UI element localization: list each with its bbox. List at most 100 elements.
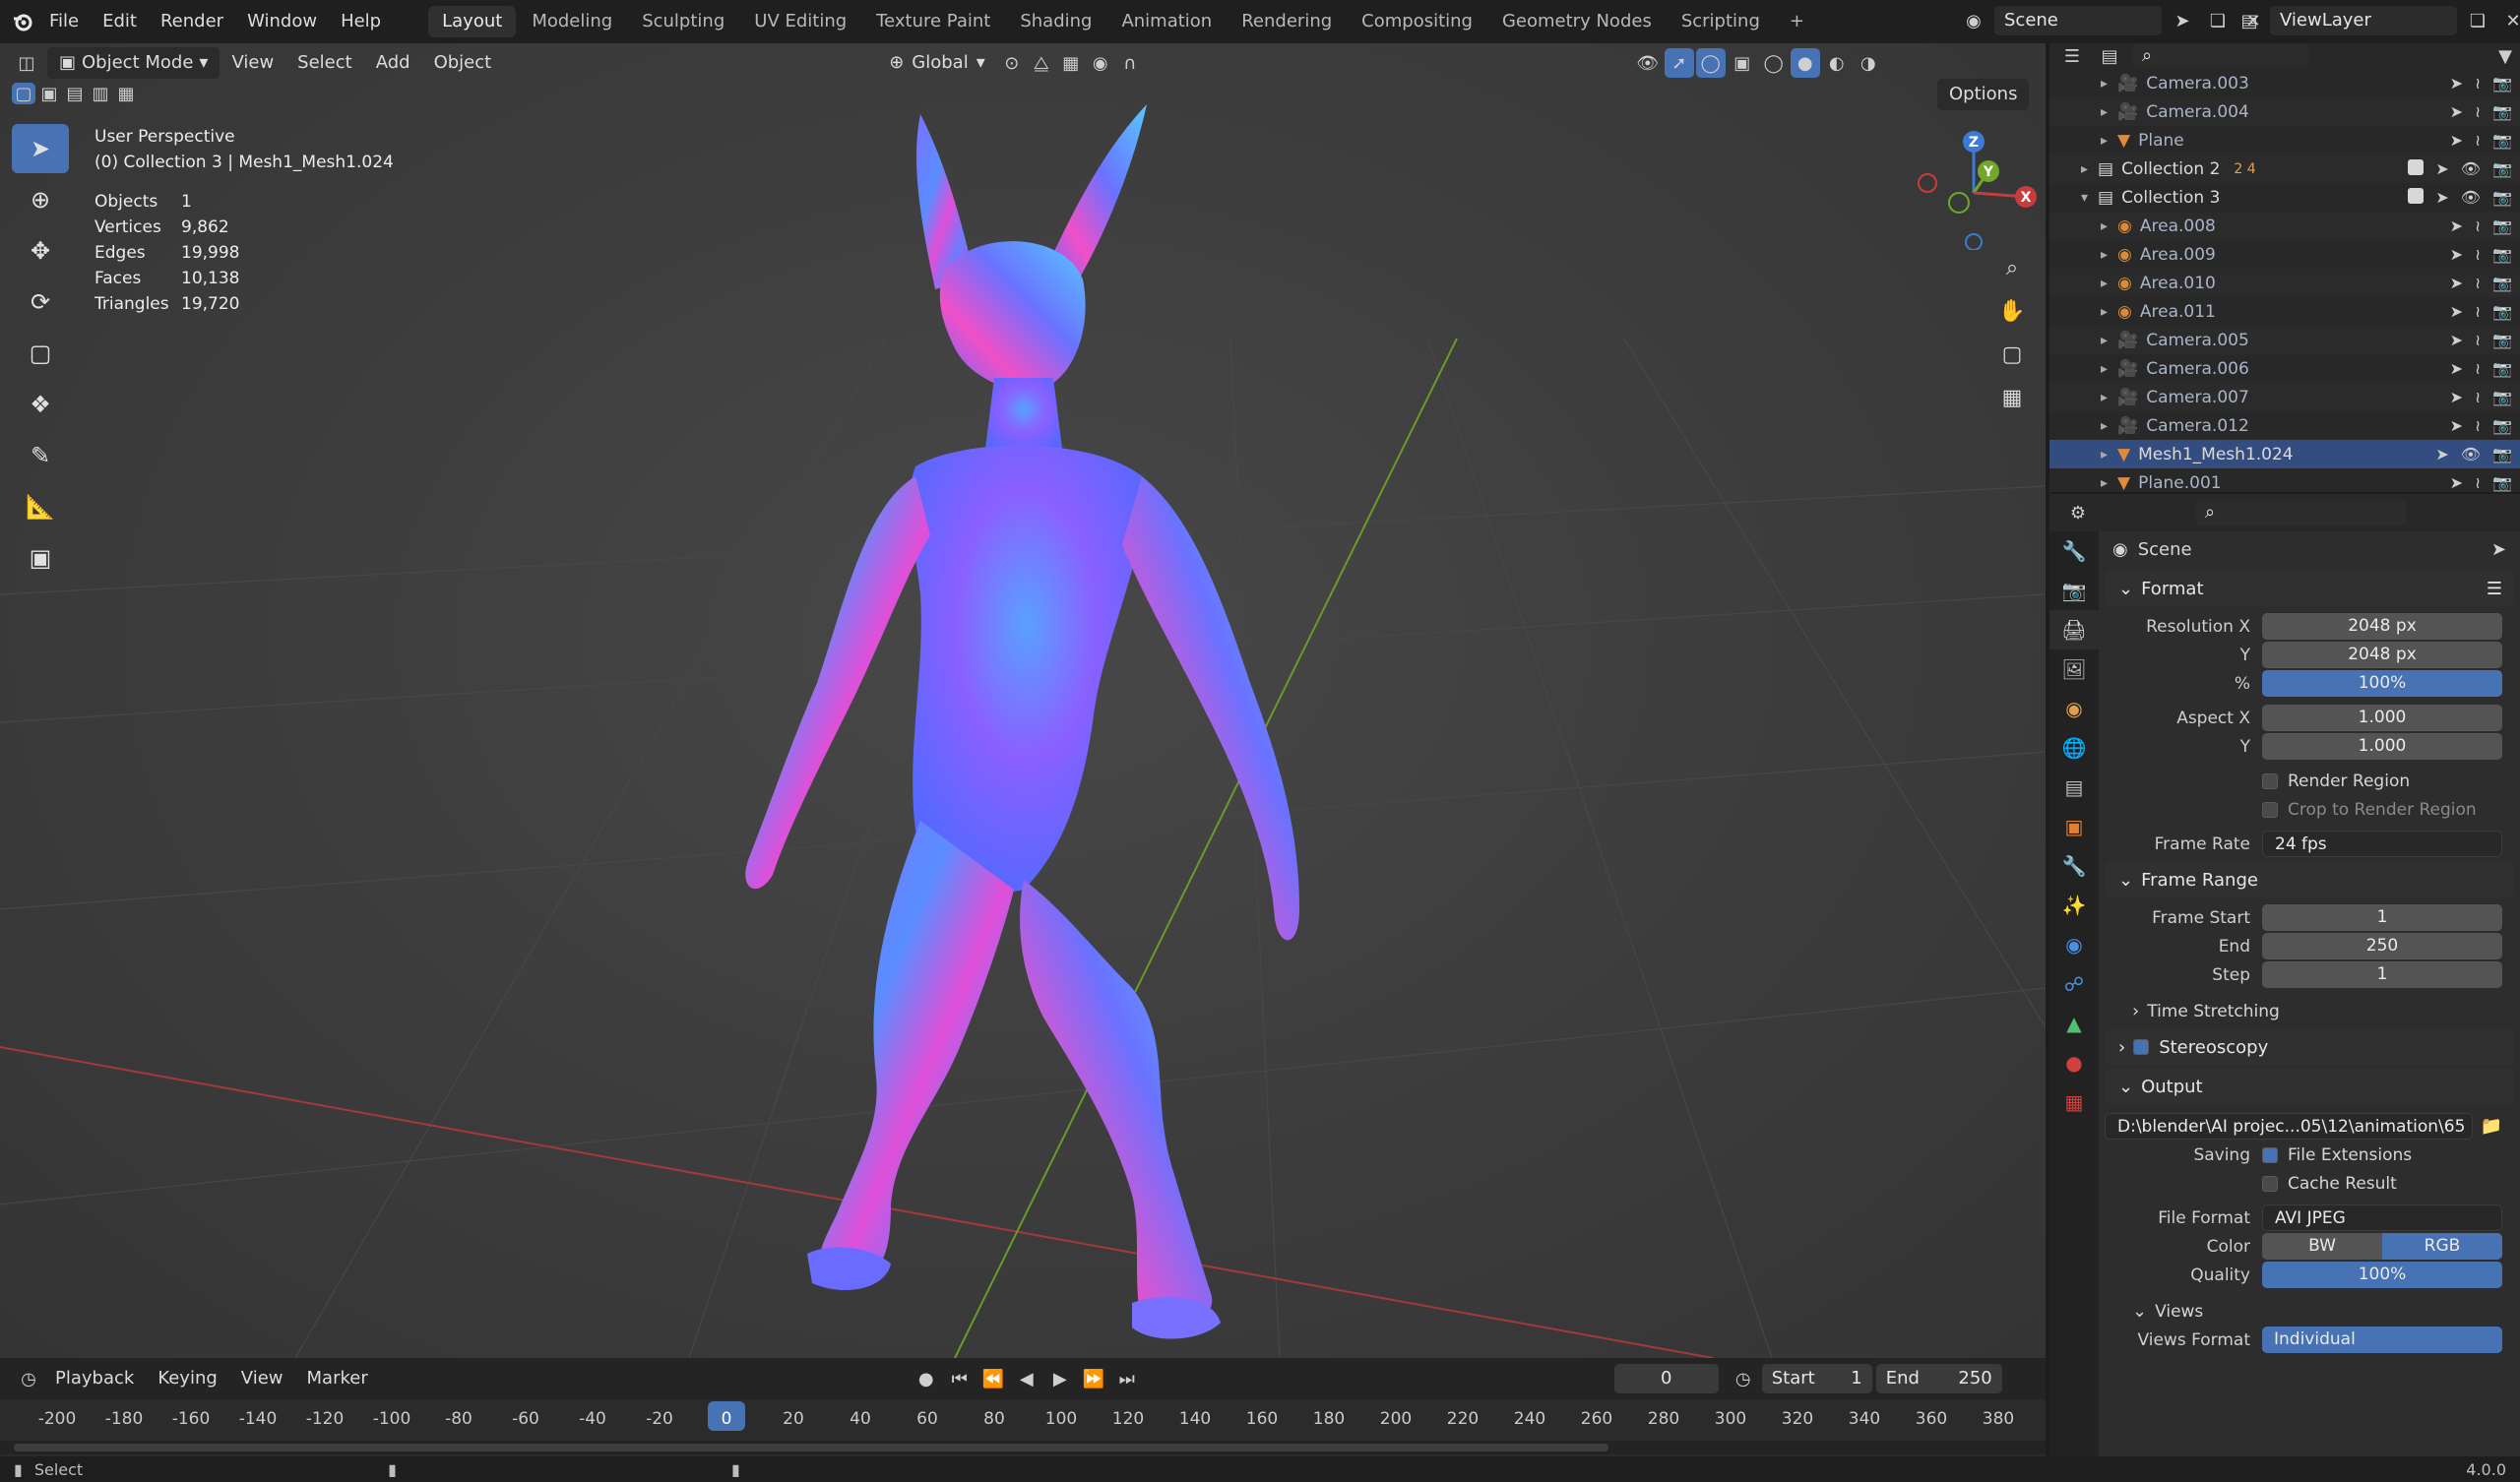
- options-button[interactable]: Options: [1937, 79, 2030, 110]
- select-new-icon[interactable]: ▢: [12, 83, 35, 104]
- outliner-item[interactable]: ▸ 🎥 Camera.007 ➤ ≀ 📷: [2049, 383, 2520, 411]
- transform-tool-icon[interactable]: ❖: [12, 380, 69, 429]
- eye-icon[interactable]: ≀: [2475, 416, 2481, 435]
- outliner-item[interactable]: ▸ ◉ Area.010 ➤ ≀ 📷: [2049, 269, 2520, 297]
- selectable-arrow-icon[interactable]: ➤: [2450, 74, 2463, 93]
- expand-arrow-icon[interactable]: ▸: [2101, 76, 2108, 92]
- render-region-checkbox[interactable]: [2262, 772, 2278, 789]
- material-tab-icon[interactable]: ●: [2049, 1043, 2099, 1082]
- constraints-tab-icon[interactable]: ☍: [2049, 964, 2099, 1004]
- material-shading-icon[interactable]: ◐: [1822, 48, 1852, 78]
- selectable-arrow-icon[interactable]: ➤: [2450, 102, 2463, 121]
- render-camera-icon[interactable]: 📷: [2492, 159, 2512, 178]
- stereoscopy-section-header[interactable]: › Stereoscopy: [2105, 1029, 2514, 1065]
- frame-rate-dropdown[interactable]: 24 fps: [2262, 831, 2502, 857]
- selectable-arrow-icon[interactable]: ➤: [2450, 359, 2463, 378]
- eye-icon[interactable]: ≀: [2475, 274, 2481, 292]
- tab-texture-paint[interactable]: Texture Paint: [862, 6, 1004, 37]
- display-mode-icon[interactable]: ▤: [2095, 44, 2124, 68]
- blender-logo-icon[interactable]: [8, 7, 37, 36]
- ortho-grid-icon[interactable]: ▦: [1990, 376, 2034, 419]
- render-camera-icon[interactable]: 📷: [2492, 274, 2512, 292]
- expand-arrow-icon[interactable]: ▸: [2101, 390, 2108, 405]
- expand-arrow-icon[interactable]: ▸: [2101, 218, 2108, 234]
- jump-start-icon[interactable]: ⏮: [945, 1364, 975, 1393]
- exclude-checkbox[interactable]: [2408, 159, 2425, 175]
- folder-icon[interactable]: 📁: [2477, 1112, 2506, 1142]
- wireframe-shading-icon[interactable]: ◯: [1759, 48, 1789, 78]
- eye-icon[interactable]: ≀: [2475, 102, 2481, 121]
- overlay-toggle-icon[interactable]: ◯: [1695, 48, 1726, 78]
- menu-window[interactable]: Window: [235, 0, 329, 43]
- selectable-arrow-icon[interactable]: ➤: [2435, 159, 2448, 178]
- preset-list-icon[interactable]: ☰: [2487, 579, 2502, 599]
- pan-hand-icon[interactable]: ✋: [1990, 289, 2034, 333]
- timeline-menu-view[interactable]: View: [229, 1363, 295, 1394]
- timeline-scrollbar[interactable]: [0, 1441, 2046, 1454]
- properties-search-input[interactable]: ⌕: [2195, 500, 2406, 525]
- tab-uv-editing[interactable]: UV Editing: [740, 6, 860, 37]
- timeline-menu-playback[interactable]: Playback: [43, 1363, 146, 1394]
- expand-arrow-icon[interactable]: ▸: [2101, 418, 2108, 434]
- remove-view-layer-icon[interactable]: ✕: [2498, 6, 2520, 35]
- eye-icon[interactable]: ≀: [2475, 331, 2481, 349]
- time-stretching-subpanel[interactable]: › Time Stretching: [2105, 997, 2514, 1025]
- tab-layout[interactable]: Layout: [428, 6, 517, 37]
- tab-sculpting[interactable]: Sculpting: [628, 6, 738, 37]
- selectable-arrow-icon[interactable]: ➤: [2450, 388, 2463, 406]
- expand-arrow-icon[interactable]: ▸: [2101, 133, 2108, 149]
- expand-arrow-icon[interactable]: ▸: [2101, 475, 2108, 491]
- add-cube-tool-icon[interactable]: ▣: [12, 533, 69, 583]
- crop-region-row[interactable]: Crop to Render Region: [2105, 795, 2514, 824]
- snap-grid-icon[interactable]: ▦: [1056, 48, 1086, 78]
- resolution-percent-slider[interactable]: 100%: [2262, 670, 2502, 697]
- expand-arrow-icon[interactable]: ▸: [2101, 276, 2108, 291]
- collection-tab-icon[interactable]: ▤: [2049, 768, 2099, 807]
- expand-arrow-icon[interactable]: ▸: [2081, 161, 2088, 177]
- frame-step-field[interactable]: 1: [2262, 961, 2502, 988]
- resolution-y-field[interactable]: 2048 px: [2262, 642, 2502, 668]
- resolution-x-field[interactable]: 2048 px: [2262, 613, 2502, 640]
- snap-magnet-icon[interactable]: ⧋: [1027, 48, 1056, 78]
- new-scene-icon[interactable]: ❏: [2203, 6, 2233, 35]
- render-camera-icon[interactable]: 📷: [2492, 473, 2512, 492]
- menu-help[interactable]: Help: [329, 0, 393, 43]
- frame-end-field[interactable]: 250: [2262, 933, 2502, 959]
- render-camera-icon[interactable]: 📷: [2492, 302, 2512, 321]
- selectable-arrow-icon[interactable]: ➤: [2450, 216, 2463, 235]
- expand-arrow-icon[interactable]: ▸: [2101, 104, 2108, 120]
- timeline-menu-keying[interactable]: Keying: [146, 1363, 228, 1394]
- clock-icon[interactable]: ◷: [1729, 1364, 1758, 1393]
- selectable-arrow-icon[interactable]: ➤: [2450, 473, 2463, 492]
- expand-arrow-icon[interactable]: ▾: [2081, 190, 2088, 206]
- object-tab-icon[interactable]: ▣: [2049, 807, 2099, 846]
- data-tab-icon[interactable]: ▲: [2049, 1004, 2099, 1043]
- file-extensions-checkbox[interactable]: [2262, 1146, 2278, 1163]
- character-mesh[interactable]: [745, 104, 1299, 1339]
- rotate-tool-icon[interactable]: ⟳: [12, 278, 69, 327]
- file-format-dropdown[interactable]: AVI JPEG: [2262, 1204, 2502, 1231]
- render-camera-icon[interactable]: 📷: [2492, 216, 2512, 235]
- tab-modeling[interactable]: Modeling: [518, 6, 626, 37]
- next-keyframe-icon[interactable]: ⏩: [1079, 1364, 1108, 1393]
- physics-tab-icon[interactable]: ◉: [2049, 925, 2099, 964]
- viewport-menu-select[interactable]: Select: [285, 47, 364, 79]
- move-tool-icon[interactable]: ✥: [12, 226, 69, 276]
- quality-slider[interactable]: 100%: [2262, 1262, 2502, 1288]
- falloff-curve-icon[interactable]: ∩: [1115, 48, 1145, 78]
- menu-edit[interactable]: Edit: [91, 0, 149, 43]
- filter-icon[interactable]: ▼: [2490, 44, 2520, 68]
- view-layer-icon[interactable]: ▤: [2235, 6, 2264, 35]
- views-format-button[interactable]: Individual: [2262, 1327, 2502, 1353]
- outliner-item[interactable]: ▸ ▼ Plane.001 ➤ ≀ 📷: [2049, 468, 2520, 497]
- view-layer-field[interactable]: ViewLayer: [2270, 6, 2457, 35]
- selectable-arrow-icon[interactable]: ➤: [2450, 302, 2463, 321]
- rendered-shading-icon[interactable]: ◑: [1854, 48, 1883, 78]
- selectable-arrow-icon[interactable]: ➤: [2450, 416, 2463, 435]
- scale-tool-icon[interactable]: ▢: [12, 329, 69, 378]
- stereoscopy-checkbox[interactable]: [2133, 1039, 2150, 1055]
- render-camera-icon[interactable]: 📷: [2492, 245, 2512, 264]
- outliner-item[interactable]: ▸ 🎥 Camera.006 ➤ ≀ 📷: [2049, 354, 2520, 383]
- output-section-header[interactable]: ⌄ Output: [2105, 1069, 2514, 1104]
- viewport-menu-view[interactable]: View: [220, 47, 285, 79]
